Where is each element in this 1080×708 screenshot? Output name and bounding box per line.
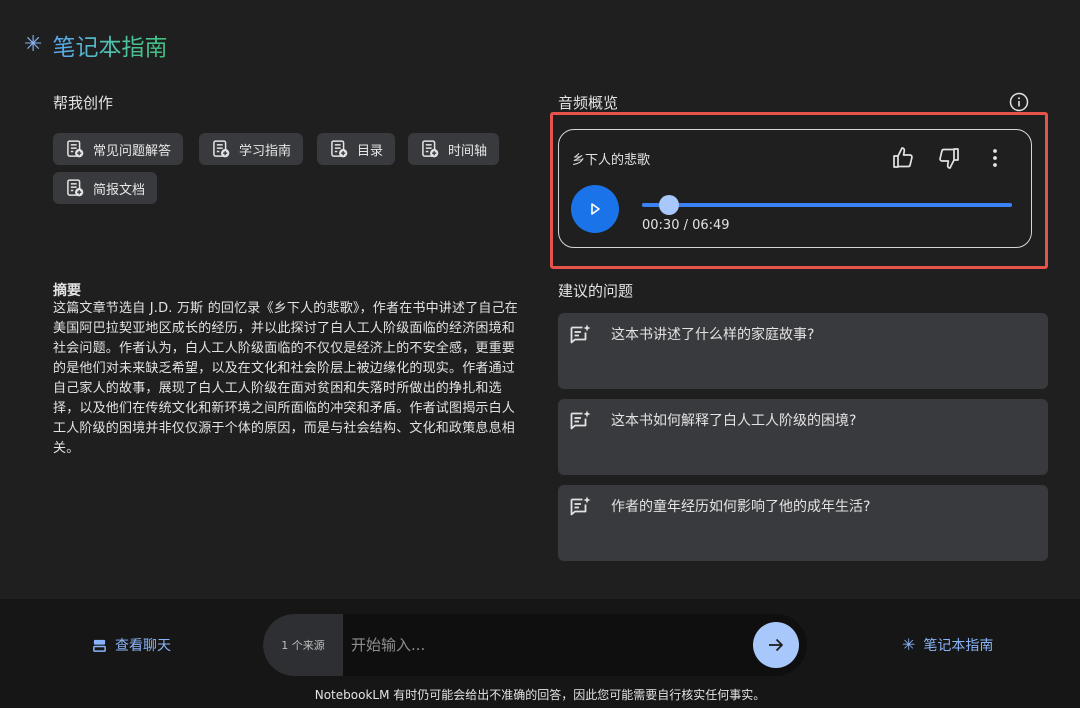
thumbs-down-icon[interactable] [937,146,961,170]
chat-list-icon [93,639,106,652]
notebook-guide-label: 笔记本指南 [923,638,994,654]
chat-spark-icon [570,324,591,344]
send-button[interactable] [753,622,799,668]
study-guide-chip-button[interactable]: 学习指南 [199,133,304,165]
chat-spark-icon [570,410,591,430]
summary-text: 这篇文章节选自 J.D. 万斯 的回忆录《乡下人的悲歌》，作者在书中讲述了自己在… [53,301,519,456]
chip-label: 目录 [357,143,384,159]
page-title: ✳ 笔记本指南 [24,28,167,62]
source-count-badge[interactable]: 1 个来源 [263,614,343,676]
audio-progress-slider[interactable] [642,195,1012,215]
disclaimer-text: NotebookLM 有时仍可能会给出不准确的回答，因此您可能需要自行核实任何事… [314,688,766,702]
toc-chip-button[interactable]: 目录 [317,133,396,165]
audio-section-label: 音频概览 [558,94,619,112]
view-chat-button[interactable]: 查看聊天 [92,635,171,655]
note-add-icon [331,140,348,158]
suggested-question-item[interactable]: 作者的童年经历如何影响了他的成年生活? [558,485,1048,561]
audio-title: 乡下人的悲歌 [572,153,651,168]
note-add-icon [67,140,84,158]
progress-thumb[interactable] [659,195,679,215]
suggested-question-text: 作者的童年经历如何影响了他的成年生活? [611,499,871,515]
info-icon[interactable] [1009,92,1029,112]
summary-heading: 摘要 [53,283,81,299]
chip-label: 简报文档 [93,182,146,198]
sparkle-icon: ✳ [24,32,43,57]
note-add-icon [67,179,84,197]
timeline-chip-button[interactable]: 时间轴 [408,133,500,165]
suggested-question-text: 这本书如何解释了白人工人阶级的困境? [611,413,857,429]
create-section-label: 帮我创作 [53,94,114,112]
time-readout: 00:30 / 06:49 [642,218,730,233]
suggested-question-item[interactable]: 这本书讲述了什么样的家庭故事? [558,313,1048,389]
faq-chip-button[interactable]: 常见问题解答 [53,133,184,165]
arrow-right-icon [769,638,783,652]
note-add-icon [422,140,439,158]
progress-fill [642,203,1012,207]
suggested-question-item[interactable]: 这本书如何解释了白人工人阶级的困境? [558,399,1048,475]
audio-player-card: 乡下人的悲歌 00:30 / 06:49 [558,129,1032,248]
play-button[interactable] [571,185,619,233]
page-title-text: 笔记本指南 [52,28,167,62]
chat-input-bar: 1 个来源 [263,614,807,676]
sparkle-icon: ✳ [902,635,916,654]
more-vert-icon[interactable] [983,146,1007,170]
suggestions-section-label: 建议的问题 [558,282,634,300]
notebook-guide-button[interactable]: ✳ 笔记本指南 [902,635,993,655]
note-add-icon [213,140,230,158]
chip-label: 时间轴 [448,143,488,159]
thumbs-up-icon[interactable] [891,146,915,170]
suggested-question-text: 这本书讲述了什么样的家庭故事? [611,327,815,343]
briefing-doc-chip-button[interactable]: 简报文档 [53,172,158,204]
chat-input[interactable] [343,614,743,676]
chip-label: 常见问题解答 [93,143,172,159]
chip-label: 学习指南 [239,143,292,159]
chat-spark-icon [570,496,591,516]
play-icon [591,203,600,215]
view-chat-label: 查看聊天 [115,638,171,654]
